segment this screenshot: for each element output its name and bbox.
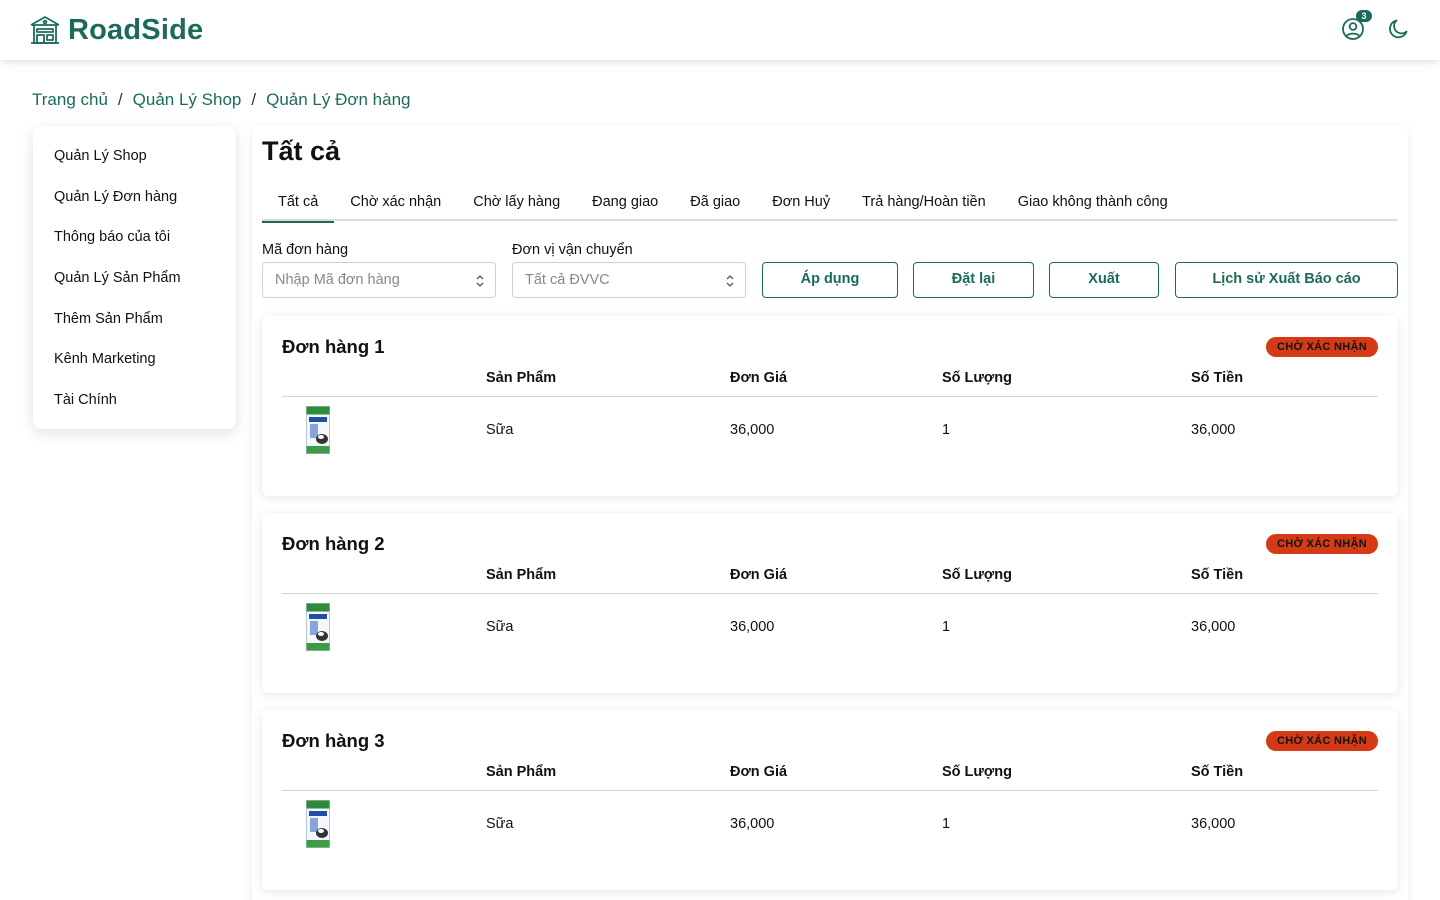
tab-cancelled[interactable]: Đơn Huỷ xyxy=(756,190,846,221)
tab-all[interactable]: Tất cả xyxy=(262,190,335,223)
quantity: 1 xyxy=(942,422,951,438)
tab-return-refund[interactable]: Trả hàng/Hoàn tiền xyxy=(846,190,1002,221)
breadcrumb: Trang chủ / Quản Lý Shop / Quản Lý Đơn h… xyxy=(32,90,411,110)
order-card: Đơn hàng 1 CHỜ XÁC NHẬN Sản Phẩm Đơn Giá… xyxy=(262,316,1398,496)
chevron-up-down-icon xyxy=(726,275,734,287)
breadcrumb-shop-management[interactable]: Quản Lý Shop xyxy=(133,90,242,110)
header-actions: 3 xyxy=(1340,10,1412,42)
column-header-unit-price: Đơn Giá xyxy=(730,764,788,780)
status-badge: CHỜ XÁC NHẬN xyxy=(1266,337,1378,357)
tab-delivered[interactable]: Đã giao xyxy=(674,190,756,221)
tab-shipping[interactable]: Đang giao xyxy=(576,190,674,221)
column-header-quantity: Số Lượng xyxy=(942,370,1012,386)
order-management-panel: Tất cả Tất cả Chờ xác nhận Chờ lấy hàng … xyxy=(252,126,1408,900)
apply-button[interactable]: Áp dụng xyxy=(762,262,898,298)
product-name: Sữa xyxy=(486,422,514,438)
status-badge: CHỜ XÁC NHẬN xyxy=(1266,534,1378,554)
column-header-product: Sản Phẩm xyxy=(486,370,557,386)
breadcrumb-separator: / xyxy=(251,90,257,109)
shop-house-icon xyxy=(30,16,60,44)
status-badge: CHỜ XÁC NHẬN xyxy=(1266,731,1378,751)
top-header: RoadSide 3 xyxy=(0,0,1440,60)
sidebar-item-marketing-channel[interactable]: Kênh Marketing xyxy=(33,339,236,380)
sidebar-item-my-notifications[interactable]: Thông báo của tôi xyxy=(33,217,236,258)
column-header-amount: Số Tiền xyxy=(1191,567,1244,583)
reset-button[interactable]: Đặt lại xyxy=(913,262,1034,298)
carrier-selected-value: Tất cả ĐVVC xyxy=(525,272,610,288)
quantity: 1 xyxy=(942,619,951,635)
moon-icon xyxy=(1389,19,1408,39)
order-title: Đơn hàng 1 xyxy=(282,336,385,357)
amount: 36,000 xyxy=(1191,619,1236,635)
order-code-select[interactable]: Nhập Mã đơn hàng xyxy=(262,262,496,298)
export-button[interactable]: Xuất xyxy=(1049,262,1159,298)
column-header-product: Sản Phẩm xyxy=(486,764,557,780)
column-header-unit-price: Đơn Giá xyxy=(730,567,788,583)
order-title: Đơn hàng 2 xyxy=(282,533,385,554)
amount: 36,000 xyxy=(1191,816,1236,832)
sidebar-item-add-product[interactable]: Thêm Sản Phẩm xyxy=(33,299,236,340)
unit-price: 36,000 xyxy=(730,816,775,832)
quantity: 1 xyxy=(942,816,951,832)
table-divider xyxy=(282,790,1378,791)
milk-carton-image xyxy=(306,800,330,848)
order-status-tabs: Tất cả Chờ xác nhận Chờ lấy hàng Đang gi… xyxy=(262,190,1398,223)
carrier-label: Đơn vị vận chuyển xyxy=(512,242,633,258)
tab-pending-confirmation[interactable]: Chờ xác nhận xyxy=(334,190,457,221)
sidebar-item-order-management[interactable]: Quản Lý Đơn hàng xyxy=(33,177,236,218)
breadcrumb-home[interactable]: Trang chủ xyxy=(32,90,108,110)
tab-awaiting-pickup[interactable]: Chờ lấy hàng xyxy=(457,190,576,221)
order-card: Đơn hàng 2 CHỜ XÁC NHẬN Sản Phẩm Đơn Giá… xyxy=(262,513,1398,693)
breadcrumb-separator: / xyxy=(117,90,123,109)
sidebar-item-shop-management[interactable]: Quản Lý Shop xyxy=(33,136,236,177)
column-header-product: Sản Phẩm xyxy=(486,567,557,583)
amount: 36,000 xyxy=(1191,422,1236,438)
product-name: Sữa xyxy=(486,619,514,635)
brand-name: RoadSide xyxy=(68,13,204,46)
breadcrumb-order-management[interactable]: Quản Lý Đơn hàng xyxy=(266,90,410,110)
notification-count-badge: 3 xyxy=(1356,10,1372,22)
milk-carton-image xyxy=(306,406,330,454)
unit-price: 36,000 xyxy=(730,422,775,438)
page-title: Tất cả xyxy=(262,136,341,166)
carrier-select[interactable]: Tất cả ĐVVC xyxy=(512,262,746,298)
order-code-placeholder: Nhập Mã đơn hàng xyxy=(275,272,400,288)
column-header-quantity: Số Lượng xyxy=(942,764,1012,780)
column-header-unit-price: Đơn Giá xyxy=(730,370,788,386)
account-button[interactable]: 3 xyxy=(1340,10,1372,42)
sidebar-menu: Quản Lý Shop Quản Lý Đơn hàng Thông báo … xyxy=(33,126,236,429)
order-card: Đơn hàng 3 CHỜ XÁC NHẬN Sản Phẩm Đơn Giá… xyxy=(262,710,1398,890)
product-name: Sữa xyxy=(486,816,514,832)
export-history-button[interactable]: Lịch sử Xuất Báo cáo xyxy=(1175,262,1398,298)
tab-failed-delivery[interactable]: Giao không thành công xyxy=(1002,190,1184,221)
dark-mode-toggle[interactable] xyxy=(1386,16,1412,42)
brand[interactable]: RoadSide xyxy=(28,12,203,48)
chevron-up-down-icon xyxy=(476,275,484,287)
column-header-quantity: Số Lượng xyxy=(942,567,1012,583)
sidebar-item-finance[interactable]: Tài Chính xyxy=(33,380,236,421)
sidebar-item-product-management[interactable]: Quản Lý Sản Phẩm xyxy=(33,258,236,299)
order-title: Đơn hàng 3 xyxy=(282,730,385,751)
table-divider xyxy=(282,593,1378,594)
column-header-amount: Số Tiền xyxy=(1191,370,1244,386)
milk-carton-image xyxy=(306,603,330,651)
column-header-amount: Số Tiền xyxy=(1191,764,1244,780)
table-divider xyxy=(282,396,1378,397)
unit-price: 36,000 xyxy=(730,619,775,635)
order-code-label: Mã đơn hàng xyxy=(262,242,349,258)
